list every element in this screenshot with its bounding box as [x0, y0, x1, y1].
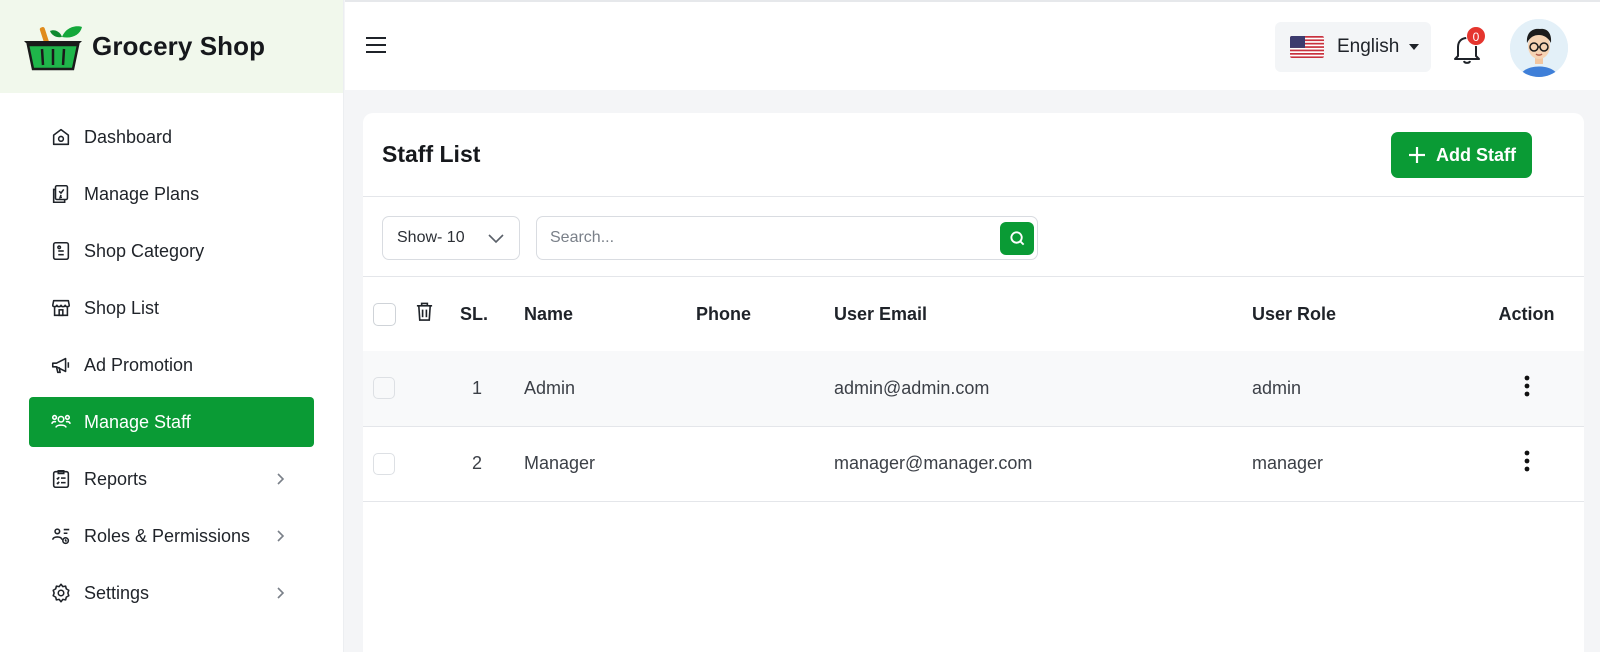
row-checkbox[interactable] [373, 377, 395, 400]
row-name: Admin [524, 351, 696, 427]
page-size-value: Show- 10 [397, 229, 465, 246]
sidebar-item-shop-list[interactable]: Shop List [29, 283, 314, 333]
sidebar-item-label: Settings [84, 582, 150, 603]
brand[interactable]: Grocery Shop [0, 0, 343, 93]
column-header-name: Name [524, 303, 574, 324]
sidebar-item-manage-plans[interactable]: Manage Plans [29, 169, 314, 219]
row-phone [696, 351, 834, 427]
search-button[interactable] [1000, 222, 1034, 255]
table-row: 2 Manager manager@manager.com manager [363, 426, 1584, 502]
sidebar-item-reports[interactable]: Reports [29, 454, 314, 504]
more-vertical-icon[interactable] [1524, 450, 1530, 472]
column-header-sl: SL. [460, 303, 489, 324]
home-icon [52, 128, 70, 146]
column-header-role: User Role [1252, 303, 1337, 324]
row-name: Manager [524, 426, 696, 502]
gear-icon [52, 583, 70, 603]
row-role: admin [1252, 351, 1469, 427]
language-label: English [1337, 36, 1400, 57]
language-selector[interactable]: English [1275, 22, 1431, 72]
caret-down-icon [1409, 44, 1420, 50]
row-sl: 1 [460, 351, 524, 427]
row-email: manager@manager.com [834, 426, 1252, 502]
megaphone-icon [51, 357, 70, 374]
select-all-checkbox[interactable] [373, 302, 396, 326]
search-input[interactable] [537, 217, 977, 259]
sidebar-item-label: Reports [84, 468, 148, 489]
row-checkbox[interactable] [373, 452, 395, 475]
sidebar-item-label: Manage Plans [84, 183, 200, 204]
page-size-select[interactable]: Show- 10 [382, 216, 520, 260]
chevron-down-icon [488, 234, 504, 244]
store-icon [51, 299, 71, 317]
add-staff-button[interactable]: Add Staff [1391, 132, 1532, 178]
sidebar-item-label: Shop Category [84, 240, 205, 261]
brand-name: Grocery Shop [92, 31, 266, 61]
user-avatar-icon [1510, 19, 1568, 77]
column-header-email: User Email [834, 303, 928, 324]
avatar[interactable] [1510, 19, 1568, 77]
sidebar-item-manage-staff[interactable]: Manage Staff [29, 397, 314, 447]
sidebar-item-dashboard[interactable]: Dashboard [29, 112, 314, 162]
card-header: Staff List Add Staff [363, 113, 1584, 197]
sidebar-item-label: Roles & Permissions [84, 525, 251, 546]
us-flag-icon [1290, 36, 1324, 58]
more-vertical-icon[interactable] [1524, 375, 1530, 397]
reports-icon [52, 469, 70, 489]
column-header-phone: Phone [696, 303, 752, 324]
sidebar-item-label: Manage Staff [84, 411, 191, 432]
row-email: admin@admin.com [834, 351, 1252, 427]
sidebar-item-label: Ad Promotion [84, 354, 194, 375]
sidebar-item-ad-promotion[interactable]: Ad Promotion [29, 340, 314, 390]
chevron-right-icon [277, 473, 285, 485]
sidebar-item-shop-category[interactable]: Shop Category [29, 226, 314, 276]
chevron-right-icon [277, 587, 285, 599]
grocery-basket-icon [24, 25, 82, 70]
staff-table: SL. Name Phone User Email User Role Acti… [363, 277, 1584, 502]
plus-icon [1409, 147, 1425, 163]
sidebar-item-label: Dashboard [84, 126, 173, 147]
column-header-action: Action [1498, 303, 1555, 324]
search-icon [1009, 231, 1024, 246]
sidebar-item-settings[interactable]: Settings [29, 568, 314, 618]
row-role: manager [1252, 426, 1469, 502]
staff-icon [51, 414, 71, 428]
category-icon [52, 241, 70, 261]
plans-icon [52, 184, 69, 204]
row-sl: 2 [460, 426, 524, 502]
staff-list-card: Staff List Add Staff Show- 10 Search... … [363, 113, 1584, 652]
sidebar: Grocery Shop Dashboard Manage Plans Shop… [0, 0, 344, 652]
roles-icon [51, 528, 70, 545]
filter-bar: Show- 10 [363, 197, 1584, 277]
page-title: Staff List [382, 141, 481, 167]
sidebar-nav: Dashboard Manage Plans Shop Category Sho… [0, 93, 343, 618]
notification-badge: 0 [1466, 26, 1486, 46]
search-box [536, 216, 1038, 260]
chevron-right-icon [277, 530, 285, 542]
table-row: 1 Admin admin@admin.com admin [363, 351, 1584, 427]
trash-icon[interactable] [415, 301, 434, 322]
hamburger-menu-icon[interactable] [365, 36, 387, 54]
row-phone [696, 426, 834, 502]
sidebar-item-label: Shop List [84, 297, 160, 318]
sidebar-item-roles-permissions[interactable]: Roles & Permissions [29, 511, 314, 561]
topbar: English 0 [345, 0, 1600, 90]
table-header-row: SL. Name Phone User Email User Role Acti… [363, 277, 1584, 351]
add-staff-label: Add Staff [1436, 144, 1516, 165]
